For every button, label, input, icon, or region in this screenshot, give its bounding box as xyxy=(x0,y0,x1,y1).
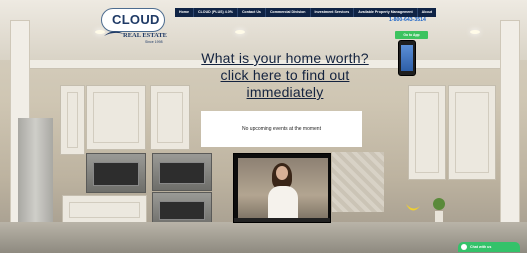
mobile-app-image xyxy=(398,40,416,76)
presenter-body xyxy=(268,186,298,220)
cabinet xyxy=(60,85,85,155)
chat-widget-label: Chat with us xyxy=(470,245,492,249)
cabinet xyxy=(150,85,190,150)
home-value-link[interactable]: What is your home worth? click here to f… xyxy=(190,50,380,101)
backsplash xyxy=(332,152,384,212)
company-logo[interactable]: CLOUD REAL ESTATE Since 1998 xyxy=(101,8,168,46)
ceiling-light xyxy=(470,30,480,34)
video-player[interactable] xyxy=(233,153,331,223)
logo-since: Since 1998 xyxy=(145,40,163,44)
app-button[interactable]: Go to App xyxy=(395,31,428,39)
mobile-app-screen xyxy=(401,45,413,71)
presenter-face xyxy=(276,166,288,180)
events-empty-message: No upcoming events at the moment xyxy=(242,126,321,132)
main-nav: Home CLOUD (PLUS) 4.0% Contact Us Commer… xyxy=(175,8,437,17)
nav-item-home[interactable]: Home xyxy=(175,8,194,17)
logo-brand-name: CLOUD xyxy=(112,12,160,27)
events-panel: No upcoming events at the moment xyxy=(201,111,362,147)
cabinet xyxy=(86,85,146,150)
plant-image xyxy=(433,198,445,222)
phone-number-link[interactable]: 1-800-643-3514 xyxy=(389,17,426,23)
nav-item-cloud-plus[interactable]: CLOUD (PLUS) 4.0% xyxy=(194,8,238,17)
ceiling-light xyxy=(235,30,245,34)
cabinet xyxy=(62,195,147,225)
chat-widget-button[interactable]: Chat with us xyxy=(458,242,520,252)
nav-item-investment[interactable]: Investment Services xyxy=(311,8,355,17)
chat-bubble-icon xyxy=(461,244,467,250)
nav-item-commercial[interactable]: Commercial Division xyxy=(266,8,311,17)
nav-item-about[interactable]: About xyxy=(418,8,436,17)
refrigerator xyxy=(18,118,53,223)
bananas-image xyxy=(406,204,420,211)
cabinet xyxy=(448,85,496,180)
logo-swoosh-icon xyxy=(104,31,124,36)
logo-subtitle: REAL ESTATE xyxy=(123,32,168,39)
nav-item-contact[interactable]: Contact Us xyxy=(238,8,266,17)
countertop xyxy=(0,222,527,253)
video-controls-bar[interactable] xyxy=(234,218,330,222)
video-frame xyxy=(238,158,328,220)
nav-item-property-management[interactable]: Available Property Management xyxy=(354,8,418,17)
kitchen-column xyxy=(500,20,520,232)
cabinet xyxy=(408,85,446,180)
page: CLOUD REAL ESTATE Since 1998 Home CLOUD … xyxy=(0,0,527,253)
oven-upper xyxy=(152,153,212,191)
microwave xyxy=(86,153,146,193)
